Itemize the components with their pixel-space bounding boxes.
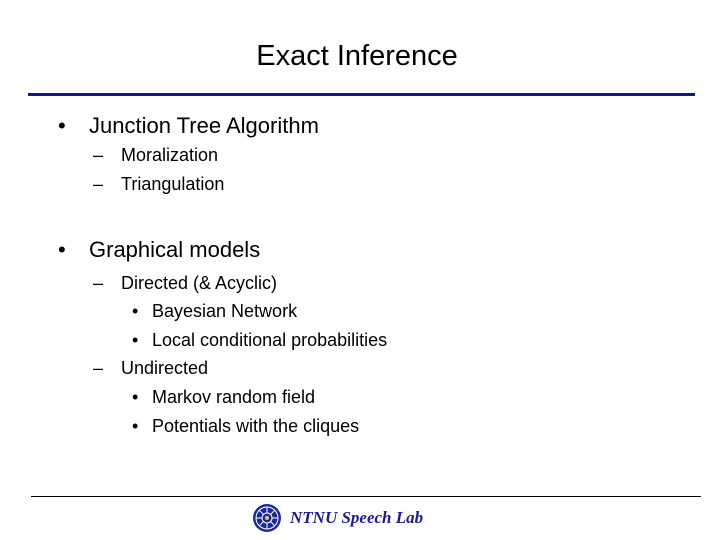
bullet-marker: • [132, 416, 139, 436]
dash-marker: – [93, 145, 104, 165]
footer-lab-name: NTNU Speech Lab [290, 508, 424, 527]
dash-marker: – [93, 174, 104, 194]
sub-sub-bullet-text: Bayesian Network [152, 301, 298, 321]
bullet-marker: • [58, 113, 66, 138]
dash-marker: – [93, 273, 104, 293]
sub-bullet-text: Directed (& Acyclic) [121, 273, 278, 293]
sub-bullet-text: Moralization [121, 145, 219, 165]
bullet-text: Graphical models [89, 237, 261, 262]
sub-sub-bullet-text: Local conditional probabilities [152, 330, 388, 350]
bullet-marker: • [132, 301, 139, 321]
bullet-marker: • [58, 237, 66, 262]
ntnu-emblem-icon [252, 503, 282, 533]
bullet-marker: • [132, 387, 139, 407]
sub-bullet-text: Triangulation [121, 174, 225, 194]
sub-bullet-text: Undirected [121, 358, 209, 378]
bullet-marker: • [132, 330, 139, 350]
sub-sub-bullet-text: Markov random field [152, 387, 316, 407]
bullet-text: Junction Tree Algorithm [89, 113, 319, 138]
dash-marker: – [93, 358, 104, 378]
sub-sub-bullet-text: Potentials with the cliques [152, 416, 360, 436]
title-divider [28, 93, 695, 96]
slide-title: Exact Inference [256, 40, 458, 72]
footer-divider [31, 496, 701, 497]
